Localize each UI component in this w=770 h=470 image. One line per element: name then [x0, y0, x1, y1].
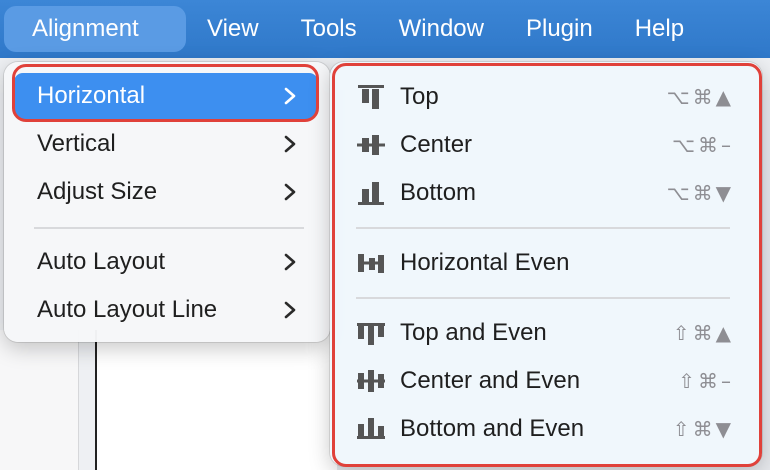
- menu-tools[interactable]: Tools: [280, 6, 378, 52]
- menu-item-bottom-and-even[interactable]: Bottom and Even ⇧⌘▼: [352, 406, 748, 452]
- menu-item-adjust-size[interactable]: Adjust Size: [14, 169, 318, 215]
- menu-view[interactable]: View: [186, 6, 280, 52]
- bottom-even-icon: [357, 418, 385, 439]
- menu-item-horizontal-even[interactable]: Horizontal Even: [352, 240, 748, 286]
- document-page: [95, 330, 337, 470]
- menu-item-top-and-even[interactable]: Top and Even ⇧⌘▲: [352, 310, 748, 356]
- shortcut-label: ⌥⌘–: [671, 133, 734, 157]
- shortcut-label: ⇧⌘▲: [672, 321, 734, 345]
- chevron-right-icon: [284, 183, 296, 201]
- menu-item-label: Bottom and Even: [400, 415, 585, 442]
- app-side-panel: [0, 330, 79, 470]
- menu-separator: [356, 297, 730, 299]
- chevron-right-icon: [284, 135, 296, 153]
- menu-separator: [356, 227, 730, 229]
- align-top-icon: [358, 85, 384, 109]
- menu-window[interactable]: Window: [378, 6, 505, 52]
- shortcut-label: ⌥⌘▼: [666, 181, 734, 205]
- menu-item-center-and-even[interactable]: Center and Even ⇧⌘–: [352, 358, 748, 404]
- menu-item-label: Top and Even: [400, 319, 547, 346]
- menu-item-auto-layout-line[interactable]: Auto Layout Line: [14, 287, 318, 333]
- menu-help[interactable]: Help: [614, 6, 705, 52]
- menu-item-label: Center and Even: [400, 367, 581, 394]
- menu-alignment[interactable]: Alignment: [4, 6, 186, 52]
- menu-item-auto-layout[interactable]: Auto Layout: [14, 239, 318, 285]
- shortcut-label: ⇧⌘▼: [672, 417, 734, 441]
- menu-item-label: Horizontal: [37, 82, 146, 109]
- align-bottom-icon: [358, 182, 384, 205]
- top-even-icon: [357, 323, 385, 345]
- alignment-dropdown: Horizontal Vertical Adjust Size Auto Lay…: [4, 62, 330, 342]
- chevron-right-icon: [284, 87, 296, 105]
- menu-item-center[interactable]: Center ⌥⌘–: [352, 122, 748, 168]
- menu-item-label: Horizontal Even: [400, 249, 570, 276]
- menu-item-label: Auto Layout: [37, 248, 166, 275]
- menu-item-horizontal[interactable]: Horizontal: [14, 73, 318, 119]
- shortcut-label: ⇧⌘–: [678, 369, 734, 393]
- menu-plugin[interactable]: Plugin: [505, 6, 614, 52]
- menu-item-label: Adjust Size: [37, 178, 158, 205]
- chevron-right-icon: [284, 253, 296, 271]
- menu-separator: [34, 227, 304, 229]
- menu-item-label: Auto Layout Line: [37, 296, 218, 323]
- align-center-icon: [357, 135, 385, 155]
- menu-item-vertical[interactable]: Vertical: [14, 121, 318, 167]
- chevron-right-icon: [284, 301, 296, 319]
- menu-item-label: Bottom: [400, 179, 477, 206]
- menu-item-bottom[interactable]: Bottom ⌥⌘▼: [352, 170, 748, 216]
- menu-bar: Alignment View Tools Window Plugin Help: [0, 0, 770, 58]
- center-even-icon: [357, 370, 385, 392]
- menu-item-label: Center: [400, 131, 473, 158]
- distribute-horizontal-icon: [358, 254, 384, 273]
- horizontal-submenu: Top ⌥⌘▲ Center ⌥⌘– Bottom ⌥⌘▼ Horizontal…: [330, 62, 762, 466]
- menu-item-top[interactable]: Top ⌥⌘▲: [352, 74, 748, 120]
- shortcut-label: ⌥⌘▲: [666, 85, 734, 109]
- menu-item-label: Vertical: [37, 130, 116, 157]
- menu-item-label: Top: [400, 83, 439, 110]
